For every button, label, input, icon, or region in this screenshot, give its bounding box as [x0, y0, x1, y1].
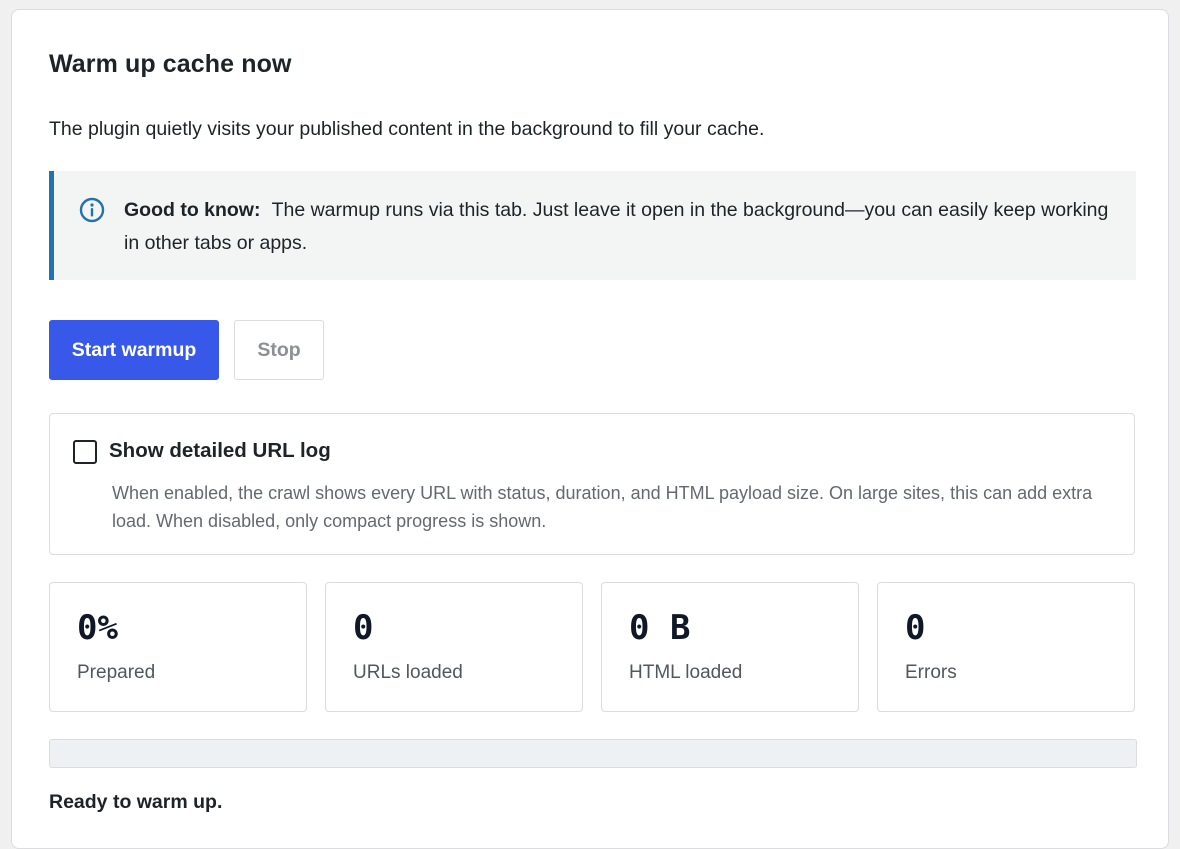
stat-value: 0 B [629, 608, 691, 648]
stat-label: Errors [905, 662, 957, 683]
stat-card-urls-loaded: 0 URLs loaded [325, 582, 583, 712]
warmup-panel: Warm up cache now The plugin quietly vis… [11, 9, 1169, 849]
detailed-log-description: When enabled, the crawl shows every URL … [112, 483, 1093, 531]
stop-button[interactable]: Stop [234, 320, 324, 380]
detailed-log-option: Show detailed URL log When enabled, the … [49, 413, 1135, 555]
progress-bar [49, 739, 1137, 768]
info-icon [79, 197, 105, 223]
panel-intro: The plugin quietly visits your published… [49, 118, 765, 140]
stat-value: 0 [905, 608, 926, 648]
stat-label: HTML loaded [629, 662, 743, 683]
status-message: Ready to warm up. [49, 791, 223, 813]
start-warmup-button[interactable]: Start warmup [49, 320, 219, 380]
notice-label: Good to know: [124, 199, 261, 221]
detailed-log-label[interactable]: Show detailed URL log [109, 439, 331, 463]
panel-title: Warm up cache now [49, 50, 292, 78]
stat-value: 0% [77, 608, 118, 648]
stat-label: URLs loaded [353, 662, 463, 683]
stat-card-html-loaded: 0 B HTML loaded [601, 582, 859, 712]
notice-text: The warmup runs via this tab. Just leave… [124, 199, 1109, 254]
stat-value: 0 [353, 608, 374, 648]
info-notice: Good to know: The warmup runs via this t… [49, 171, 1136, 280]
detailed-log-checkbox[interactable] [73, 440, 97, 464]
stat-label: Prepared [77, 662, 156, 683]
stat-card-prepared: 0% Prepared [49, 582, 307, 712]
stat-card-errors: 0 Errors [877, 582, 1135, 712]
notice-message: Good to know: The warmup runs via this t… [124, 194, 1114, 260]
